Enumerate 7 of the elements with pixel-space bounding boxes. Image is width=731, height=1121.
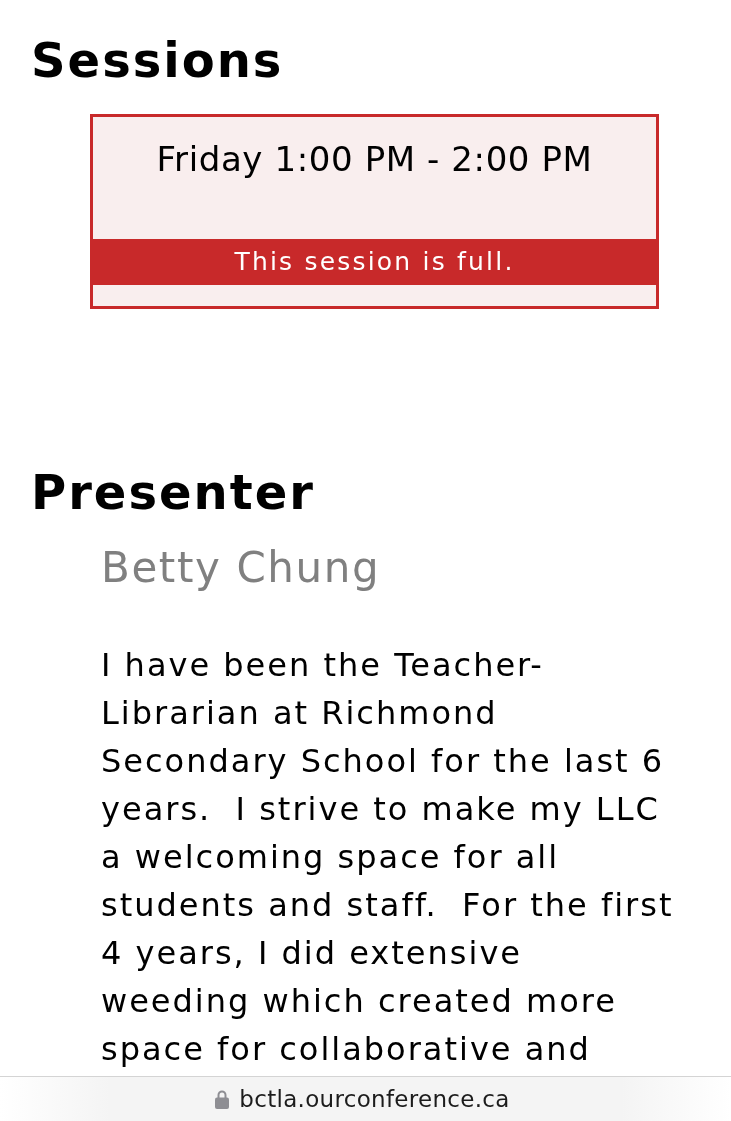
section-heading: Sessions (31, 32, 284, 88)
session-time: Friday 1:00 PM - 2:00 PM (155, 138, 594, 181)
presenter-bio: I have been the Teacher-Librarian at Richmond Secondary School for the last 6 years. I strive to make my LLC a welcoming space for all students and staff. For the first 4 years, I did extensive weeding which created more space for collaborative and (101, 645, 675, 1070)
section-heading: Presenter (31, 464, 315, 520)
presenter-name: Betty Chung (101, 543, 381, 593)
url-text[interactable]: bctla.ourconference.ca (239, 1086, 510, 1112)
session-full-banner: This session is full. (90, 239, 659, 285)
